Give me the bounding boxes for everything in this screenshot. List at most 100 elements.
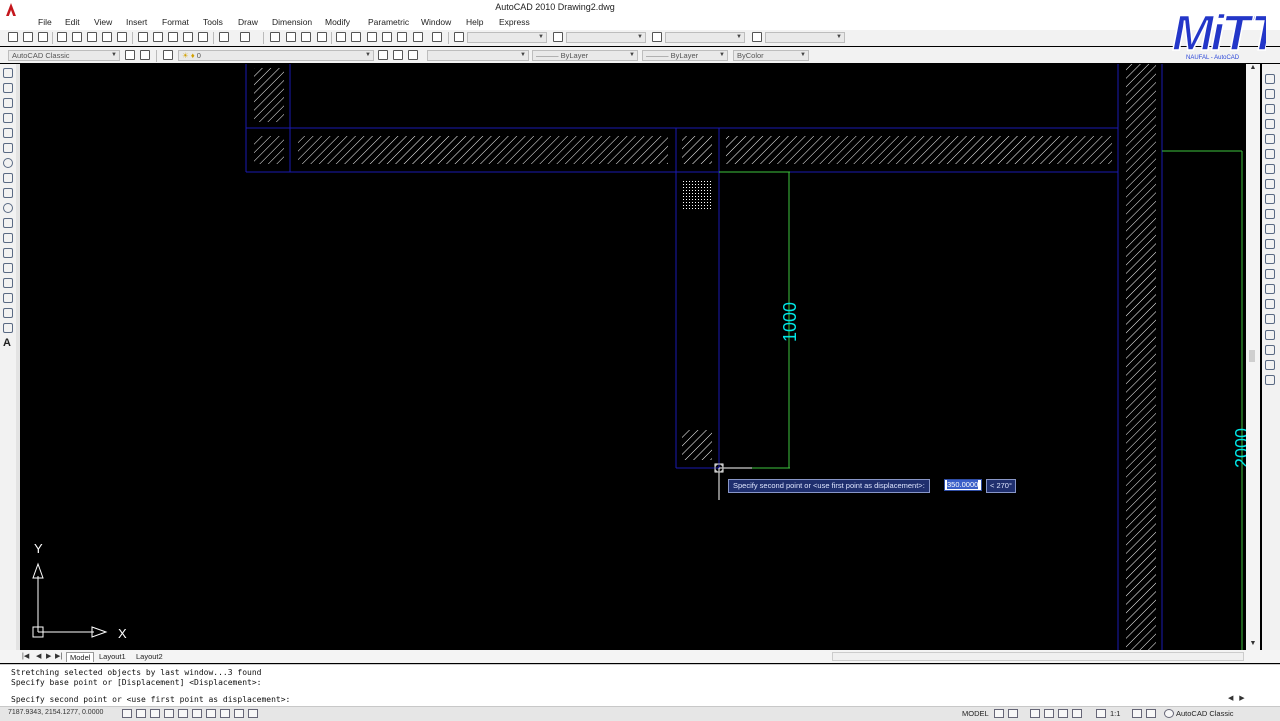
draw-order-icon[interactable] [1265,330,1275,340]
table-style-icon[interactable] [652,32,662,42]
offset-icon[interactable] [1265,119,1275,129]
quick-view-layouts-icon[interactable] [994,709,1004,718]
region-icon[interactable] [3,308,13,318]
new-icon[interactable] [8,32,18,42]
stretch-icon[interactable] [1265,194,1275,204]
lineweight-icon[interactable] [248,709,258,718]
dim-style-icon[interactable] [553,32,563,42]
object-snap-icon[interactable] [192,709,202,718]
make-current-layer-icon[interactable] [378,50,388,60]
workspace-status[interactable]: AutoCAD Classic [1176,709,1234,718]
array-icon[interactable] [1265,134,1275,144]
annotation-scale[interactable]: 1:1 [1110,709,1120,718]
spline-icon[interactable] [3,188,13,198]
scroll-up-arrow-icon[interactable]: ▲ [1246,64,1260,71]
open-icon[interactable] [23,32,33,42]
copy-object-icon[interactable] [1265,89,1275,99]
table-style-dropdown[interactable]: ▼ [665,32,745,43]
infer-constraints-icon[interactable] [122,709,132,718]
hatch-wall-right[interactable] [1126,64,1156,650]
match-properties-icon[interactable] [183,32,193,42]
linetype-control-dropdown[interactable]: ——— ByLayer ▼ [532,50,638,61]
menu-express[interactable]: Express [499,17,530,27]
quickcalc-icon[interactable] [413,32,423,42]
pan-status-icon[interactable] [1030,709,1040,718]
properties-icon[interactable] [336,32,346,42]
join-icon[interactable] [1265,269,1275,279]
command-prompt[interactable]: Specify second point or <use first point… [11,695,290,704]
paste-icon[interactable] [168,32,178,42]
model-space-toggle[interactable]: MODEL [962,709,989,718]
zoom-window-icon[interactable] [301,32,311,42]
multileader-style-icon[interactable] [752,32,762,42]
scale-icon[interactable] [1265,179,1275,189]
prev-tab-arrow-icon[interactable]: ◀ [36,652,41,660]
dynamic-input-icon[interactable] [234,709,244,718]
publish-icon[interactable] [87,32,97,42]
rectangle-icon[interactable] [3,128,13,138]
erase-icon[interactable] [1265,74,1275,84]
break-at-point-icon[interactable] [1265,239,1275,249]
angle-input[interactable]: < 270° [986,479,1016,493]
send-to-back-icon[interactable] [1265,360,1275,370]
bring-to-front-icon[interactable] [1265,345,1275,355]
command-window[interactable]: Stretching selected objects by last wind… [0,664,1280,707]
layer-dropdown[interactable]: ☀ ♦ 0 ▼ [178,50,374,61]
insert-block-icon[interactable] [3,233,13,243]
markup-icon[interactable] [397,32,407,42]
ellipse-icon[interactable] [3,203,13,213]
dimension-text-1000[interactable]: 1000 [780,302,800,342]
tool-palettes-icon[interactable] [367,32,377,42]
block-editor-icon[interactable] [198,32,208,42]
menu-help[interactable]: Help [466,17,483,27]
workspace-dropdown[interactable]: AutoCAD Classic ▼ [8,50,120,61]
hatch-beam-left[interactable] [298,136,668,164]
table-icon[interactable] [3,323,13,333]
grid-display-icon[interactable] [150,709,160,718]
drawing-canvas[interactable]: 1000 2000 Y X [20,64,1246,650]
zoom-realtime-icon[interactable] [286,32,296,42]
3d-dwf-icon[interactable] [102,32,112,42]
redo-icon[interactable] [240,32,250,42]
plot-icon[interactable] [57,32,67,42]
allow-ucs-icon[interactable] [220,709,230,718]
auto-scale-icon[interactable] [1146,709,1156,718]
first-tab-arrow-icon[interactable]: |◀ [22,652,29,660]
hatch-column-mid[interactable] [682,136,712,164]
zoom-status-icon[interactable] [1044,709,1054,718]
save-icon[interactable] [38,32,48,42]
hatch-column-bottom[interactable] [682,430,712,460]
hatch-beam-right[interactable] [726,136,1112,164]
layer-state-icon[interactable] [408,50,418,60]
fillet-icon[interactable] [1265,299,1275,309]
distance-input[interactable]: 350.0000 [944,479,982,491]
hatch-column-left[interactable] [254,136,284,164]
polyline-icon[interactable] [3,98,13,108]
explode-icon[interactable] [1265,314,1275,324]
dimension-text-2000[interactable]: 2000 [1232,428,1246,468]
menu-edit[interactable]: Edit [65,17,80,27]
menu-dimension[interactable]: Dimension [272,17,312,27]
mirror-icon[interactable] [1265,104,1275,114]
chamfer-icon[interactable] [1265,284,1275,294]
dim-style-dropdown[interactable]: ▼ [566,32,646,43]
menu-modify[interactable]: Modify [325,17,350,27]
tab-layout2[interactable]: Layout2 [133,652,166,661]
annotation-scale-icon[interactable] [1096,709,1106,718]
layer-manager-icon[interactable] [140,50,150,60]
last-tab-arrow-icon[interactable]: ▶| [55,652,62,660]
command-scroll-arrows-icon[interactable]: ◀ ▶ [1228,694,1258,702]
layer-properties-icon[interactable] [163,50,173,60]
menu-file[interactable]: File [38,17,52,27]
text-style-dropdown[interactable]: ▼ [467,32,547,43]
pan-icon[interactable] [270,32,280,42]
menu-parametric[interactable]: Parametric [368,17,409,27]
scroll-thumb[interactable] [1249,350,1255,362]
next-tab-arrow-icon[interactable]: ▶ [46,652,51,660]
workspace-switching-icon[interactable] [1164,709,1174,718]
annotation-visibility-icon[interactable] [1132,709,1142,718]
etransmit-icon[interactable] [117,32,127,42]
hatch-column-top[interactable] [254,68,284,122]
horizontal-scrollbar[interactable] [832,652,1244,661]
plot-preview-icon[interactable] [72,32,82,42]
